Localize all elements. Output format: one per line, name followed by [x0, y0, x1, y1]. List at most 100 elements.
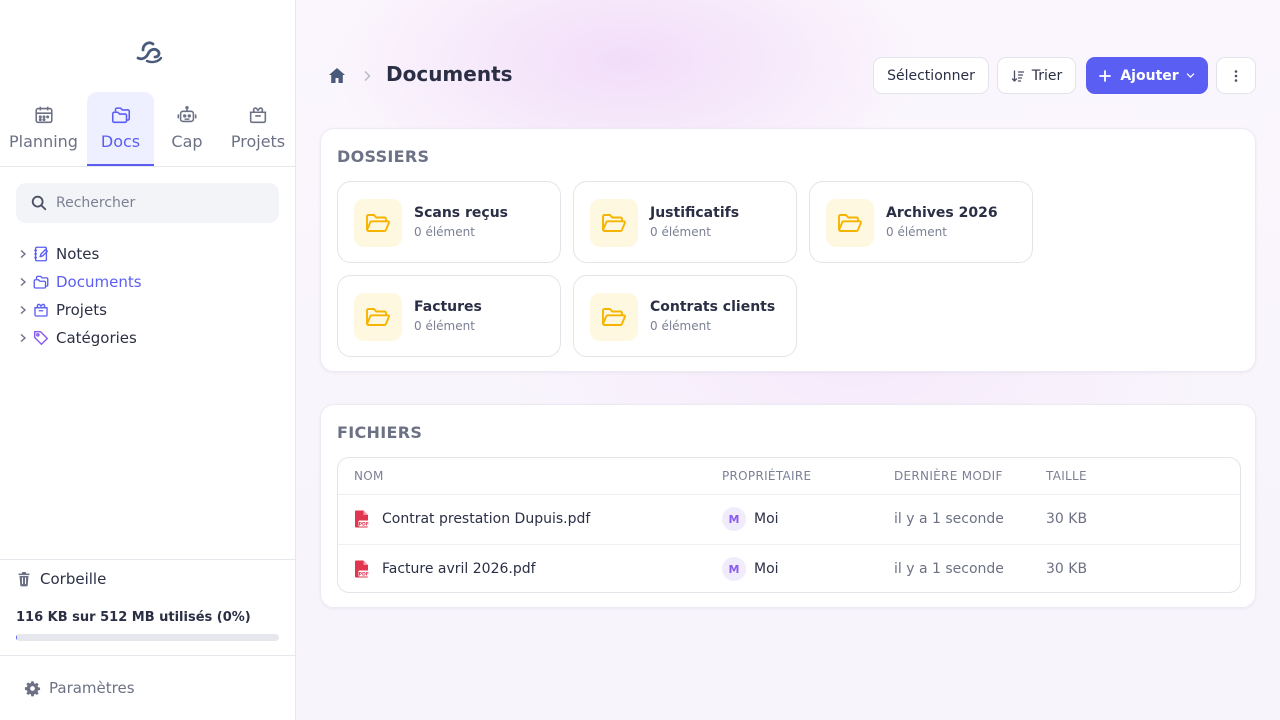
file-owner: Moi [754, 561, 779, 577]
sidebar-search[interactable] [16, 183, 279, 223]
app-tab-label: Planning [9, 132, 78, 151]
trash-label: Corbeille [40, 569, 107, 588]
folder-icon-box [590, 293, 638, 341]
sidebar-item-categories[interactable]: Catégories [18, 324, 278, 352]
page-title: Documents [386, 62, 513, 86]
column-header-name[interactable]: NOM [354, 469, 384, 483]
wave-logo-icon[interactable] [133, 36, 165, 66]
sidebar-item-documents[interactable]: Documents [18, 268, 278, 296]
sidebar-item-label: Notes [56, 245, 100, 263]
sidebar-item-label: Projets [56, 301, 107, 319]
folder-card[interactable]: Factures 0 élément [337, 275, 561, 357]
app-tab-planning[interactable]: Planning [4, 92, 83, 166]
section-title: DOSSIERS [337, 147, 430, 166]
trash-icon [18, 571, 30, 586]
file-modified: il y a 1 seconde [894, 511, 1004, 527]
folder-card[interactable]: Justificatifs 0 élément [573, 181, 797, 263]
folder-name: Contrats clients [650, 299, 776, 315]
sort-button-label: Trier [1031, 67, 1063, 84]
folder-item-count: 0 élément [414, 225, 475, 239]
folder-name: Factures [414, 299, 482, 315]
chevron-down-icon [1186, 73, 1194, 78]
table-header: NOM PROPRIÉTAIRE DERNIÈRE MODIF TAILLE [338, 458, 1240, 495]
storage-bar-fill [16, 634, 17, 641]
box-icon [249, 107, 267, 124]
folders-icon [111, 107, 130, 124]
more-options-button[interactable] [1216, 57, 1256, 94]
sidebar-tree: Notes Documents Projets Catégories [18, 240, 278, 352]
folder-icon-box [354, 293, 402, 341]
storage-text: 116 KB sur 512 MB utilisés (0%) [16, 610, 251, 625]
add-button[interactable]: Ajouter [1086, 57, 1208, 94]
more-vertical-icon [1234, 69, 1238, 82]
chevron-right-icon[interactable] [18, 305, 28, 315]
pdf-file-icon: PDF [355, 510, 369, 528]
sort-button[interactable]: Trier [997, 57, 1076, 94]
folder-card[interactable]: Archives 2026 0 élément [809, 181, 1033, 263]
select-button[interactable]: Sélectionner [873, 57, 989, 94]
storage-bar [16, 634, 279, 641]
settings-link[interactable]: Paramètres [0, 655, 295, 720]
folder-open-icon [602, 308, 626, 326]
app-tab-cap[interactable]: Cap [158, 92, 216, 166]
folder-item-count: 0 élément [886, 225, 947, 239]
chevron-right-icon[interactable] [18, 277, 28, 287]
chevron-right-icon[interactable] [18, 249, 28, 259]
app-tab-projets[interactable]: Projets [222, 92, 294, 166]
files-section: FICHIERS NOM PROPRIÉTAIRE DERNIÈRE MODIF… [320, 404, 1256, 608]
folder-icon-box [354, 199, 402, 247]
main-content: Documents Sélectionner Trier Ajouter DOS… [296, 0, 1280, 720]
page-header: Documents Sélectionner Trier Ajouter [296, 0, 1280, 128]
folder-open-icon [602, 214, 626, 232]
home-icon[interactable] [328, 67, 346, 84]
search-icon [31, 195, 47, 211]
trash-link[interactable]: Corbeille [0, 559, 295, 597]
app-tab-docs[interactable]: Docs [87, 92, 154, 166]
sidebar-item-projets[interactable]: Projets [18, 296, 278, 324]
file-size: 30 KB [1046, 511, 1088, 527]
column-header-modified[interactable]: DERNIÈRE MODIF [894, 469, 1003, 483]
table-row[interactable]: PDF Contrat prestation Dupuis.pdf M Moi il y… [338, 495, 1240, 544]
pdf-file-icon: PDF [355, 560, 369, 578]
table-row[interactable]: PDF Facture avril 2026.pdf M Moi il y a 1 se… [338, 544, 1240, 593]
file-name[interactable]: Facture avril 2026.pdf [382, 561, 536, 577]
app-switcher: Planning Docs Cap Projets [0, 92, 295, 167]
folders-icon [33, 275, 49, 289]
file-name[interactable]: Contrat prestation Dupuis.pdf [382, 511, 590, 527]
section-title: FICHIERS [337, 423, 423, 442]
column-header-size[interactable]: TAILLE [1046, 469, 1087, 483]
folder-card[interactable]: Scans reçus 0 élément [337, 181, 561, 263]
select-button-label: Sélectionner [887, 67, 975, 84]
folder-name: Archives 2026 [886, 205, 998, 221]
column-header-owner[interactable]: PROPRIÉTAIRE [722, 469, 811, 483]
folder-open-icon [366, 308, 390, 326]
settings-label: Paramètres [49, 679, 135, 697]
folder-item-count: 0 élément [650, 319, 711, 333]
folder-card[interactable]: Contrats clients 0 élément [573, 275, 797, 357]
sidebar-item-label: Documents [56, 273, 142, 291]
app-tab-label: Docs [100, 132, 141, 151]
folder-item-count: 0 élément [650, 225, 711, 239]
storage-usage: 116 KB sur 512 MB utilisés (0%) [16, 610, 279, 641]
chevron-right-icon[interactable] [18, 333, 28, 343]
folder-open-icon [366, 214, 390, 232]
file-owner: Moi [754, 511, 779, 527]
folder-name: Justificatifs [650, 205, 740, 221]
file-size: 30 KB [1046, 561, 1088, 577]
app-tab-label: Projets [230, 132, 286, 151]
robot-icon [177, 105, 197, 123]
svg-text:PDF: PDF [359, 572, 369, 578]
folder-open-icon [838, 214, 862, 232]
gear-icon [24, 680, 41, 696]
notebook-icon [34, 246, 48, 262]
plus-icon [1099, 69, 1112, 82]
add-button-label: Ajouter [1120, 67, 1179, 84]
app-tab-label: Cap [171, 132, 203, 151]
sort-icon [1011, 69, 1024, 82]
breadcrumb-separator-icon [364, 70, 371, 82]
box-icon [34, 303, 48, 317]
sidebar: Planning Docs Cap Projets Rechercher Not… [0, 0, 296, 720]
search-input[interactable] [56, 195, 256, 211]
folder-item-count: 0 élément [414, 319, 475, 333]
sidebar-item-notes[interactable]: Notes [18, 240, 278, 268]
